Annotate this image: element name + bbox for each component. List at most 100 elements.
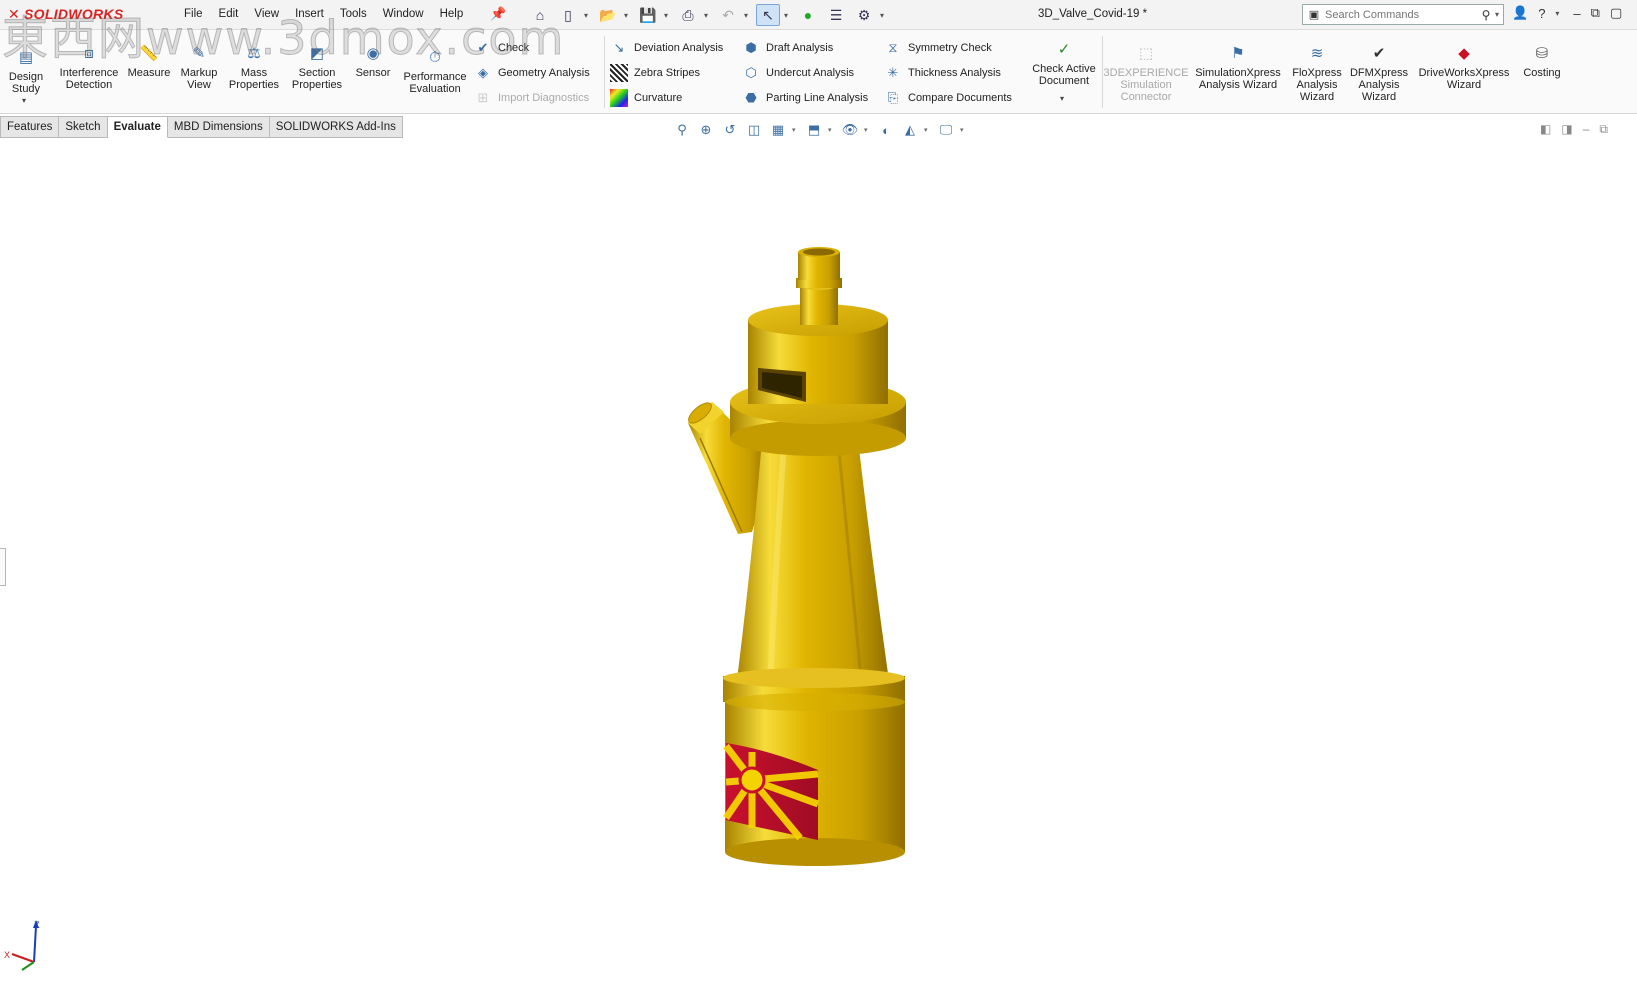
close-icon[interactable]: ▢	[1610, 5, 1622, 21]
viewport-minimize-icon[interactable]: –	[1583, 122, 1590, 137]
interference-detection-button[interactable]: ⧈ Interference Detection	[54, 44, 124, 91]
simulationxpress-button[interactable]: ⚑ SimulationXpress Analysis Wizard	[1192, 44, 1284, 91]
previous-view-icon[interactable]: ↺	[720, 120, 740, 140]
open-dropdown-icon[interactable]: ▾	[624, 11, 632, 20]
feature-manager-collapse-handle[interactable]	[0, 548, 6, 586]
rebuild-traffic-light-icon[interactable]: ●	[796, 4, 820, 26]
3dexperience-connector-button[interactable]: ⬚ 3DEXPERIENCE Simulation Connector	[1103, 44, 1189, 103]
check-active-document-dropdown-icon[interactable]: ▾	[1060, 94, 1064, 103]
measure-button[interactable]: 📏 Measure	[126, 44, 172, 79]
user-account-icon[interactable]: 👤	[1512, 5, 1528, 21]
tab-solidworks-add-ins[interactable]: SOLIDWORKS Add-Ins	[269, 116, 403, 138]
edit-appearance-icon[interactable]: ◐	[876, 120, 896, 140]
costing-button[interactable]: ⛁ Costing	[1518, 44, 1566, 79]
scene-dropdown-icon[interactable]: ▾	[924, 126, 932, 134]
new-document-icon[interactable]: ▯	[556, 4, 580, 26]
geometry-analysis-button[interactable]: ◈ Geometry Analysis	[474, 63, 590, 83]
dynamic-annotation-view-icon[interactable]: ▦	[768, 120, 788, 140]
print-icon[interactable]: ⎙	[676, 4, 700, 26]
help-dropdown-icon[interactable]: ▾	[1555, 9, 1563, 18]
save-dropdown-icon[interactable]: ▾	[664, 11, 672, 20]
zoom-to-area-icon[interactable]: ⊕	[696, 120, 716, 140]
deviation-analysis-button[interactable]: ↘ Deviation Analysis	[610, 38, 724, 58]
menu-tools[interactable]: Tools	[332, 8, 375, 20]
tab-evaluate[interactable]: Evaluate	[107, 116, 168, 138]
symmetry-check-button[interactable]: ⧖ Symmetry Check	[884, 38, 991, 58]
zebra-stripes-button[interactable]: Zebra Stripes	[610, 63, 700, 83]
hide-show-dropdown-icon[interactable]: ▾	[864, 126, 872, 134]
floxpress-button[interactable]: ≋ FloXpress Analysis Wizard	[1290, 44, 1344, 103]
search-dropdown-icon[interactable]: ▾	[1495, 10, 1503, 19]
home-icon[interactable]: ⌂	[528, 4, 552, 26]
3dexperience-connector-label: 3DEXPERIENCE Simulation Connector	[1103, 67, 1189, 103]
search-commands-box[interactable]: ▣ ⚲ ▾	[1302, 4, 1504, 25]
solidworks-logo[interactable]: ✕ SOLIDWORKS	[8, 6, 123, 23]
select-cursor-icon[interactable]: ↖	[756, 4, 780, 26]
menu-insert[interactable]: Insert	[287, 8, 332, 20]
apply-scene-icon[interactable]: ◭	[900, 120, 920, 140]
help-icon[interactable]: ?	[1538, 6, 1545, 21]
menu-edit[interactable]: Edit	[211, 8, 247, 20]
options-dropdown-icon[interactable]: ▾	[880, 11, 888, 20]
viewport-restore-icon[interactable]: ⧉	[1599, 122, 1608, 137]
file-properties-icon[interactable]: ☰	[824, 4, 848, 26]
view-orientation-dropdown-icon[interactable]: ▾	[792, 126, 800, 134]
compare-documents-button[interactable]: ⎘ Compare Documents	[884, 88, 1012, 108]
undercut-analysis-button[interactable]: ⬡ Undercut Analysis	[742, 63, 854, 83]
search-commands-input[interactable]	[1325, 8, 1477, 21]
undo-icon[interactable]: ↶	[716, 4, 740, 26]
design-study-dropdown-icon[interactable]: ▾	[22, 96, 26, 105]
costing-label: Costing	[1523, 67, 1561, 79]
sensor-button[interactable]: ◉ Sensor	[352, 44, 394, 79]
valve-3d-model[interactable]	[0, 140, 1637, 1003]
section-properties-icon: ◩	[309, 45, 325, 62]
print-dropdown-icon[interactable]: ▾	[704, 11, 712, 20]
tab-mbd-dimensions[interactable]: MBD Dimensions	[167, 116, 270, 138]
import-diagnostics-label: Import Diagnostics	[498, 92, 590, 104]
dfmxpress-button[interactable]: ✔ DFMXpress Analysis Wizard	[1348, 44, 1410, 103]
curvature-icon	[610, 89, 628, 107]
parting-line-analysis-button[interactable]: ⬣ Parting Line Analysis	[742, 88, 868, 108]
save-icon[interactable]: 💾	[636, 4, 660, 26]
hide-show-items-eye-icon[interactable]: 👁	[840, 120, 860, 140]
search-icon[interactable]: ⚲	[1477, 8, 1495, 22]
import-diagnostics-button[interactable]: ⊞ Import Diagnostics	[474, 88, 590, 108]
menu-help[interactable]: Help	[432, 8, 472, 20]
check-active-document-icon: ✓	[1057, 41, 1071, 58]
open-folder-icon[interactable]: 📂	[596, 4, 620, 26]
search-scope-icon[interactable]: ▣	[1303, 8, 1325, 21]
menu-file[interactable]: File	[176, 8, 211, 20]
display-style-dropdown-icon[interactable]: ▾	[828, 126, 836, 134]
viewport-prev-icon[interactable]: ◧	[1540, 122, 1551, 137]
menu-window[interactable]: Window	[375, 8, 432, 20]
viewport-next-icon[interactable]: ◨	[1561, 122, 1572, 137]
pin-menu-icon[interactable]: 📌	[490, 6, 506, 22]
driveworksxpress-icon: ◆	[1458, 45, 1470, 62]
mass-properties-button[interactable]: ⚖ Mass Properties	[226, 44, 282, 91]
driveworksxpress-button[interactable]: ◆ DriveWorksXpress Wizard	[1416, 44, 1512, 91]
curvature-button[interactable]: Curvature	[610, 88, 682, 108]
design-study-button[interactable]: ▤ Design Study	[6, 48, 46, 95]
section-view-icon[interactable]: ◫	[744, 120, 764, 140]
tab-features[interactable]: Features	[0, 116, 60, 138]
new-dropdown-icon[interactable]: ▾	[584, 11, 592, 20]
performance-evaluation-button[interactable]: ⏱ Performance Evaluation	[400, 48, 470, 95]
menu-view[interactable]: View	[246, 8, 287, 20]
view-orientation-cube-icon[interactable]: ⬒	[804, 120, 824, 140]
graphics-area[interactable]: Z X	[0, 140, 1637, 1003]
zoom-to-fit-icon[interactable]: ⚲	[672, 120, 692, 140]
view-settings-monitor-icon[interactable]: 🖵	[936, 120, 956, 140]
markup-view-button[interactable]: ✎ Markup View	[176, 44, 222, 91]
options-gear-icon[interactable]: ⚙	[852, 4, 876, 26]
undo-dropdown-icon[interactable]: ▾	[744, 11, 752, 20]
tab-sketch[interactable]: Sketch	[59, 116, 108, 138]
check-button[interactable]: ✔ Check	[474, 38, 530, 58]
restore-icon[interactable]: ⧉	[1591, 5, 1600, 21]
select-dropdown-icon[interactable]: ▾	[784, 11, 792, 20]
section-properties-button[interactable]: ◩ Section Properties	[288, 44, 346, 91]
view-settings-dropdown-icon[interactable]: ▾	[960, 126, 968, 134]
check-active-document-button[interactable]: ✓ Check Active Document	[1028, 40, 1100, 87]
thickness-analysis-button[interactable]: ✳ Thickness Analysis	[884, 63, 1001, 83]
minimize-icon[interactable]: –	[1573, 6, 1580, 21]
draft-analysis-button[interactable]: ⬢ Draft Analysis	[742, 38, 833, 58]
